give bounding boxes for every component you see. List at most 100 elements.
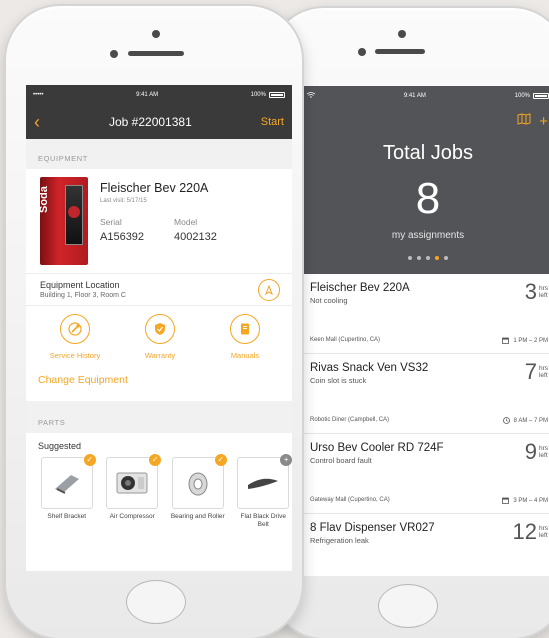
battery-icon: [268, 92, 285, 98]
job-time: 8 AM – 7 PM: [502, 417, 548, 424]
status-time: 9:41 AM: [136, 92, 159, 98]
part-thumbnail: ✓: [40, 454, 96, 509]
calendar-icon: [502, 337, 510, 344]
part-drive-belt[interactable]: + Flat Black Drive Belt: [235, 454, 292, 529]
service-history-label: Service History: [49, 351, 101, 360]
status-bar: 9:41 AM 100%: [300, 86, 549, 106]
page-dot: [444, 256, 448, 260]
vending-machine-image: Soda: [38, 177, 88, 265]
battery-percent: 100%: [250, 92, 266, 98]
part-name: Bearing and Roller: [170, 513, 225, 520]
total-jobs-count: 8: [415, 174, 441, 223]
hours-unit: hrs left: [539, 525, 548, 539]
equipment-location-row[interactable]: Equipment Location Building 1, Floor 3, …: [26, 273, 292, 305]
suggested-label: Suggested: [38, 441, 82, 451]
battery-indicator: 100%: [251, 92, 285, 98]
nav-bar: ‹ Job #22001381 Start: [26, 105, 292, 139]
check-icon: ✓: [214, 454, 227, 466]
signal-icon: •••••: [33, 92, 44, 98]
battery-icon: [533, 93, 549, 99]
wifi-icon: [306, 92, 316, 100]
calendar-icon: [502, 497, 510, 504]
warranty-label: Warranty: [144, 351, 176, 360]
start-button[interactable]: Start: [261, 116, 284, 128]
hours-unit-bottom: left: [538, 532, 548, 539]
manuals-button[interactable]: Manuals: [208, 314, 282, 367]
job-title: Rivas Snack Ven VS32: [310, 362, 429, 374]
job-location: Keen Mall (Cupertino, CA): [310, 337, 381, 343]
navigate-icon[interactable]: [258, 278, 280, 301]
service-history-button[interactable]: Service History: [38, 314, 112, 367]
hours-left: 7 hrs left: [525, 361, 548, 383]
job-time-text: 3 PM – 4 PM: [513, 497, 548, 504]
hours-number: 7: [524, 359, 537, 384]
status-time: 9:41 AM: [403, 93, 426, 99]
warranty-button[interactable]: Warranty: [123, 314, 197, 367]
equipment-info: Fleischer Bev 220A Last visit: 5/17/15 S…: [100, 177, 217, 273]
part-air-compressor[interactable]: ✓ Air Compressor: [104, 454, 162, 529]
vending-window: [65, 185, 83, 245]
job-time: 1 PM – 2 PM: [502, 337, 548, 344]
job-footer: Robotic Diner (Campbell, CA) 8 AM – 7 PM: [310, 417, 548, 424]
phone-right: 9:41 AM 100% + Total Jobs 8 my assignmen…: [265, 6, 549, 638]
serial-block: Serial A156392: [100, 217, 144, 243]
speaker: [375, 49, 425, 54]
map-icon[interactable]: [517, 112, 531, 130]
equipment-card[interactable]: Soda Fleischer Bev 220A Last visit: 5/17…: [26, 169, 292, 273]
home-button[interactable]: [126, 580, 186, 624]
job-description: Coin slot is stuck: [310, 376, 367, 385]
part-name: Air Compressor: [109, 513, 155, 520]
hours-unit-bottom: left: [538, 372, 548, 379]
location-title: Equipment Location: [40, 280, 120, 290]
hours-left: 3 hrs left: [525, 281, 548, 303]
job-time: 3 PM – 4 PM: [502, 497, 548, 504]
total-jobs-screen: 9:41 AM 100% + Total Jobs 8 my assignmen…: [300, 86, 549, 576]
location-address: Building 1, Floor 3, Room C: [40, 292, 126, 299]
part-bearing-roller[interactable]: ✓ Bearing and Roller: [169, 454, 227, 529]
home-button[interactable]: [378, 584, 438, 628]
job-location: Robotic Diner (Campbell, CA): [310, 417, 390, 423]
job-time-text: 8 AM – 7 PM: [513, 417, 548, 424]
status-bar: ••••• 9:41 AM 100%: [26, 85, 292, 105]
phone-left: ••••• 9:41 AM 100% ‹ Job #22001381 Start…: [4, 4, 304, 638]
total-jobs-title: Total Jobs: [382, 142, 474, 164]
back-chevron-icon[interactable]: ‹: [34, 113, 40, 131]
page-title: Job #22001381: [109, 115, 192, 129]
parts-row: ✓ Shelf Bracket ✓ Air Compressor ✓ Beari…: [26, 451, 292, 529]
page-dot: [417, 256, 421, 260]
job-title: Urso Bev Cooler RD 724F: [310, 442, 444, 454]
job-list-item[interactable]: Urso Bev Cooler RD 724F Control board fa…: [300, 434, 549, 514]
serial-value: A156392: [100, 231, 145, 243]
hours-left: 12 hrs left: [512, 521, 548, 543]
equipment-name: Fleischer Bev 220A: [100, 181, 209, 195]
location-text: Equipment Location Building 1, Floor 3, …: [40, 280, 126, 299]
serial-label: Serial: [100, 217, 122, 227]
battery-percent: 100%: [514, 93, 530, 99]
add-icon[interactable]: +: [539, 114, 548, 129]
job-detail-screen: ••••• 9:41 AM 100% ‹ Job #22001381 Start…: [26, 85, 292, 571]
change-equipment-link[interactable]: Change Equipment: [26, 367, 292, 393]
header-actions: +: [517, 112, 548, 130]
equipment-section-header: EQUIPMENT: [26, 139, 292, 169]
job-time-text: 1 PM – 2 PM: [513, 337, 548, 344]
hours-unit-bottom: left: [538, 452, 548, 459]
job-list-item[interactable]: Fleischer Bev 220A Not cooling 3 hrs left…: [300, 274, 549, 354]
manuals-label: Manuals: [230, 351, 260, 360]
job-description: Control board fault: [310, 456, 372, 465]
last-visit: Last visit: 5/17/15: [100, 198, 147, 204]
hours-left: 9 hrs left: [525, 441, 548, 463]
shield-icon: [145, 314, 175, 344]
part-shelf-bracket[interactable]: ✓ Shelf Bracket: [38, 454, 96, 529]
job-description: Not cooling: [310, 296, 348, 305]
job-footer: Gateway Mall (Cupertino, CA) 3 PM – 4 PM: [310, 497, 548, 504]
model-label: Model: [174, 217, 198, 227]
camera-dot: [152, 30, 160, 38]
add-icon: +: [280, 454, 292, 466]
hours-number: 9: [524, 439, 537, 464]
jobs-header: 9:41 AM 100% + Total Jobs 8 my assignmen…: [300, 86, 549, 274]
job-list-item[interactable]: 8 Flav Dispenser VR027 Refrigeration lea…: [300, 514, 549, 576]
job-title: Fleischer Bev 220A: [310, 282, 410, 294]
page-indicator[interactable]: [300, 256, 549, 260]
total-jobs-subtitle: my assignments: [391, 230, 465, 241]
job-list-item[interactable]: Rivas Snack Ven VS32 Coin slot is stuck …: [300, 354, 549, 434]
